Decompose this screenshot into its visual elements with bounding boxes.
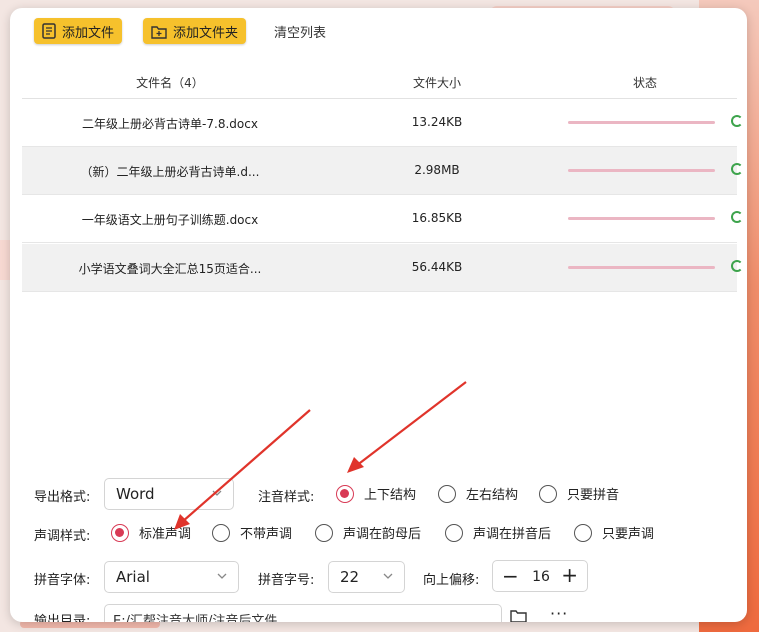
status-ok-icon — [731, 260, 743, 272]
status-ok-icon — [731, 163, 743, 175]
chevron-down-icon — [212, 490, 222, 496]
progress-bar — [568, 217, 715, 220]
status-ok-icon — [731, 211, 743, 223]
export-format-select[interactable]: Word — [104, 478, 234, 510]
annotation-style-label: 注音样式: — [258, 490, 315, 505]
file-table-header: 文件名（4） 文件大小 状态 — [22, 66, 737, 99]
annotation-option-top-bottom[interactable]: 上下结构 — [336, 484, 416, 503]
radio-icon — [212, 523, 230, 542]
add-folder-button[interactable]: 添加文件夹 — [143, 18, 247, 44]
file-size: 13.24KB — [411, 115, 463, 129]
status-ok-icon — [731, 115, 743, 127]
offset-stepper[interactable]: − 16 + — [492, 560, 588, 592]
table-row[interactable]: 二年级上册必背古诗单-7.8.docx 13.24KB — [22, 99, 743, 147]
table-row[interactable]: 小学语文叠词大全汇总15页适合... 56.44KB — [22, 244, 743, 292]
tone-option-label: 声调在韵母后 — [343, 527, 422, 542]
chevron-down-icon — [383, 573, 393, 579]
tone-option-label: 只要声调 — [602, 527, 655, 542]
offset-label: 向上偏移: — [423, 573, 480, 588]
export-format-value: Word — [116, 485, 155, 503]
annotation-option-label: 上下结构 — [364, 488, 417, 503]
file-name: 二年级上册必背古诗单-7.8.docx — [82, 117, 258, 131]
radio-icon — [315, 523, 333, 542]
table-row[interactable]: （新）二年级上册必背古诗单.d... 2.98MB — [22, 147, 743, 195]
plus-icon[interactable]: + — [561, 563, 578, 587]
app-window: 添加文件 添加文件夹 清空列表 文件名（4） 文件大小 状态 二年级上册必背古诗… — [10, 8, 747, 622]
settings-panel: 导出格式: Word 注音样式: 上下结构 左右结构 只要拼音 声调样式: 标准… — [10, 470, 747, 622]
pinyin-size-value: 22 — [340, 568, 360, 586]
progress-bar — [568, 169, 715, 172]
folder-add-icon — [151, 25, 167, 39]
tone-style-label: 声调样式: — [34, 529, 91, 544]
header-name: 文件名（4） — [136, 76, 204, 90]
more-icon[interactable]: ··· — [550, 604, 568, 622]
pinyin-font-value: Arial — [116, 568, 150, 586]
pinyin-font-select[interactable]: Arial — [104, 561, 239, 593]
file-icon — [42, 23, 56, 39]
pinyin-font-label: 拼音字体: — [34, 573, 91, 588]
header-size: 文件大小 — [412, 76, 461, 90]
tone-option-label: 不带声调 — [240, 527, 293, 542]
clear-list-button[interactable]: 清空列表 — [274, 22, 326, 41]
folder-open-icon[interactable] — [510, 608, 528, 622]
radio-icon — [438, 484, 456, 503]
table-row[interactable]: 一年级语文上册句子训练题.docx 16.85KB — [22, 195, 743, 243]
pinyin-size-select[interactable]: 22 — [328, 561, 405, 593]
output-dir-field[interactable]: E:/汇帮注音大师/注音后文件 — [104, 604, 502, 622]
annotation-option-label: 左右结构 — [466, 488, 519, 503]
tone-option-label: 声调在拼音后 — [473, 527, 552, 542]
tone-option-standard[interactable]: 标准声调 — [111, 523, 191, 542]
add-file-label: 添加文件 — [62, 25, 115, 41]
progress-bar — [568, 266, 715, 269]
file-name: （新）二年级上册必背古诗单.d... — [80, 165, 260, 179]
tone-option-none[interactable]: 不带声调 — [212, 523, 292, 542]
file-size: 2.98MB — [414, 163, 460, 177]
radio-icon — [539, 484, 557, 503]
add-folder-label: 添加文件夹 — [173, 25, 239, 41]
file-size: 56.44KB — [411, 260, 463, 274]
tone-option-label: 标准声调 — [139, 527, 192, 542]
file-size: 16.85KB — [411, 211, 463, 225]
radio-icon — [445, 523, 463, 542]
radio-icon — [574, 523, 592, 542]
radio-selected-icon — [336, 484, 354, 503]
pinyin-size-label: 拼音字号: — [258, 573, 315, 588]
output-dir-label: 输出目录: — [34, 614, 91, 622]
tone-option-after-pinyin[interactable]: 声调在拼音后 — [445, 523, 551, 542]
tone-option-after-final[interactable]: 声调在韵母后 — [315, 523, 421, 542]
chevron-down-icon — [217, 573, 227, 579]
add-file-button[interactable]: 添加文件 — [34, 18, 123, 44]
export-format-label: 导出格式: — [34, 490, 91, 505]
file-name: 一年级语文上册句子训练题.docx — [81, 213, 259, 227]
annotation-option-pinyin-only[interactable]: 只要拼音 — [539, 484, 619, 503]
file-name: 小学语文叠词大全汇总15页适合... — [78, 262, 262, 276]
annotation-option-left-right[interactable]: 左右结构 — [438, 484, 518, 503]
annotation-option-label: 只要拼音 — [567, 488, 620, 503]
radio-selected-icon — [111, 523, 129, 542]
output-dir-value: E:/汇帮注音大师/注音后文件 — [113, 614, 278, 622]
header-status: 状态 — [632, 76, 657, 90]
arrow-line — [355, 381, 467, 467]
progress-bar — [568, 121, 715, 124]
tone-option-tone-only[interactable]: 只要声调 — [574, 523, 654, 542]
